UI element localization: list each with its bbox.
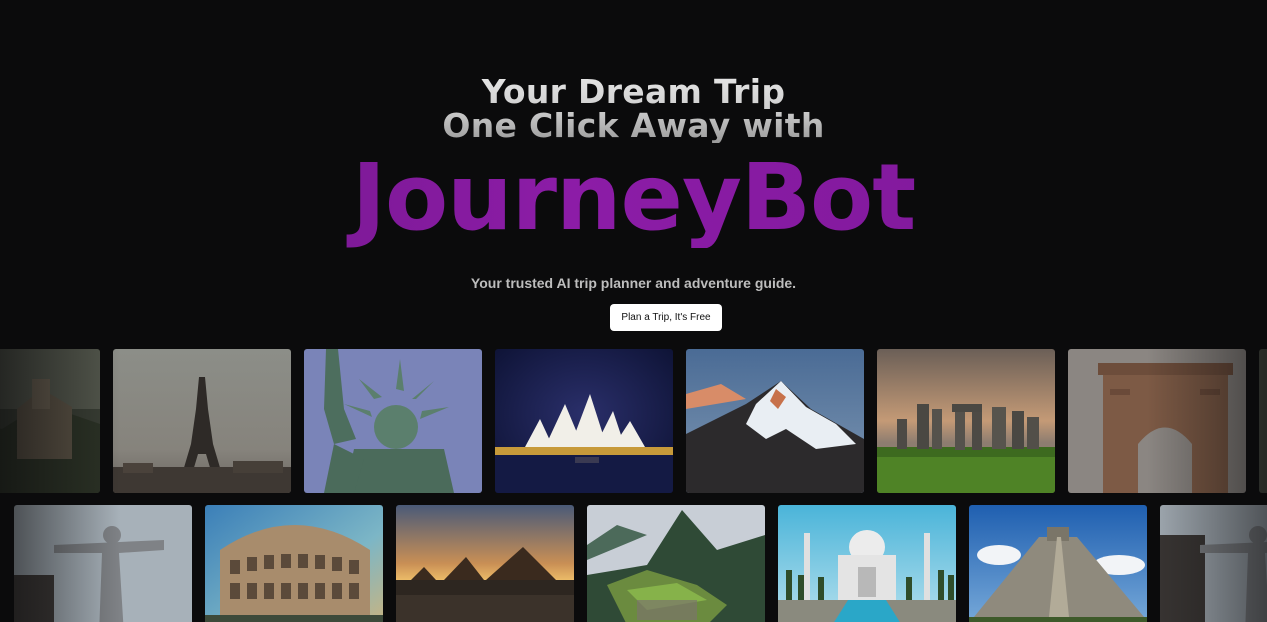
gallery-row-2 <box>0 505 1267 622</box>
headline-line-1: Your Dream Trip <box>0 75 1267 109</box>
plan-trip-button[interactable]: Plan a Trip, It's Free <box>610 304 722 331</box>
eiffel-tower-image[interactable] <box>113 349 291 493</box>
gallery-row-1 <box>0 349 1267 493</box>
landing-page: Your Dream Trip One Click Away with Jour… <box>0 0 1267 622</box>
brand-title: JourneyBot <box>0 148 1267 248</box>
great-wall-image[interactable] <box>1259 349 1267 493</box>
machu-picchu-image[interactable] <box>587 505 765 622</box>
stonehenge-image[interactable] <box>877 349 1055 493</box>
pyramids-of-giza-image[interactable] <box>396 505 574 622</box>
sydney-opera-house-image[interactable] <box>495 349 673 493</box>
india-gate-image[interactable] <box>1068 349 1246 493</box>
chichen-itza-image[interactable] <box>969 505 1147 622</box>
headline-line-2: One Click Away with <box>0 109 1267 143</box>
statue-of-liberty-image[interactable] <box>304 349 482 493</box>
christ-the-redeemer-image[interactable] <box>1160 505 1267 622</box>
great-wall-image[interactable] <box>0 349 100 493</box>
hero-subtitle: Your trusted AI trip planner and adventu… <box>470 275 797 291</box>
mount-everest-image[interactable] <box>686 349 864 493</box>
colosseum-image[interactable] <box>205 505 383 622</box>
taj-mahal-image[interactable] <box>778 505 956 622</box>
christ-the-redeemer-image[interactable] <box>14 505 192 622</box>
